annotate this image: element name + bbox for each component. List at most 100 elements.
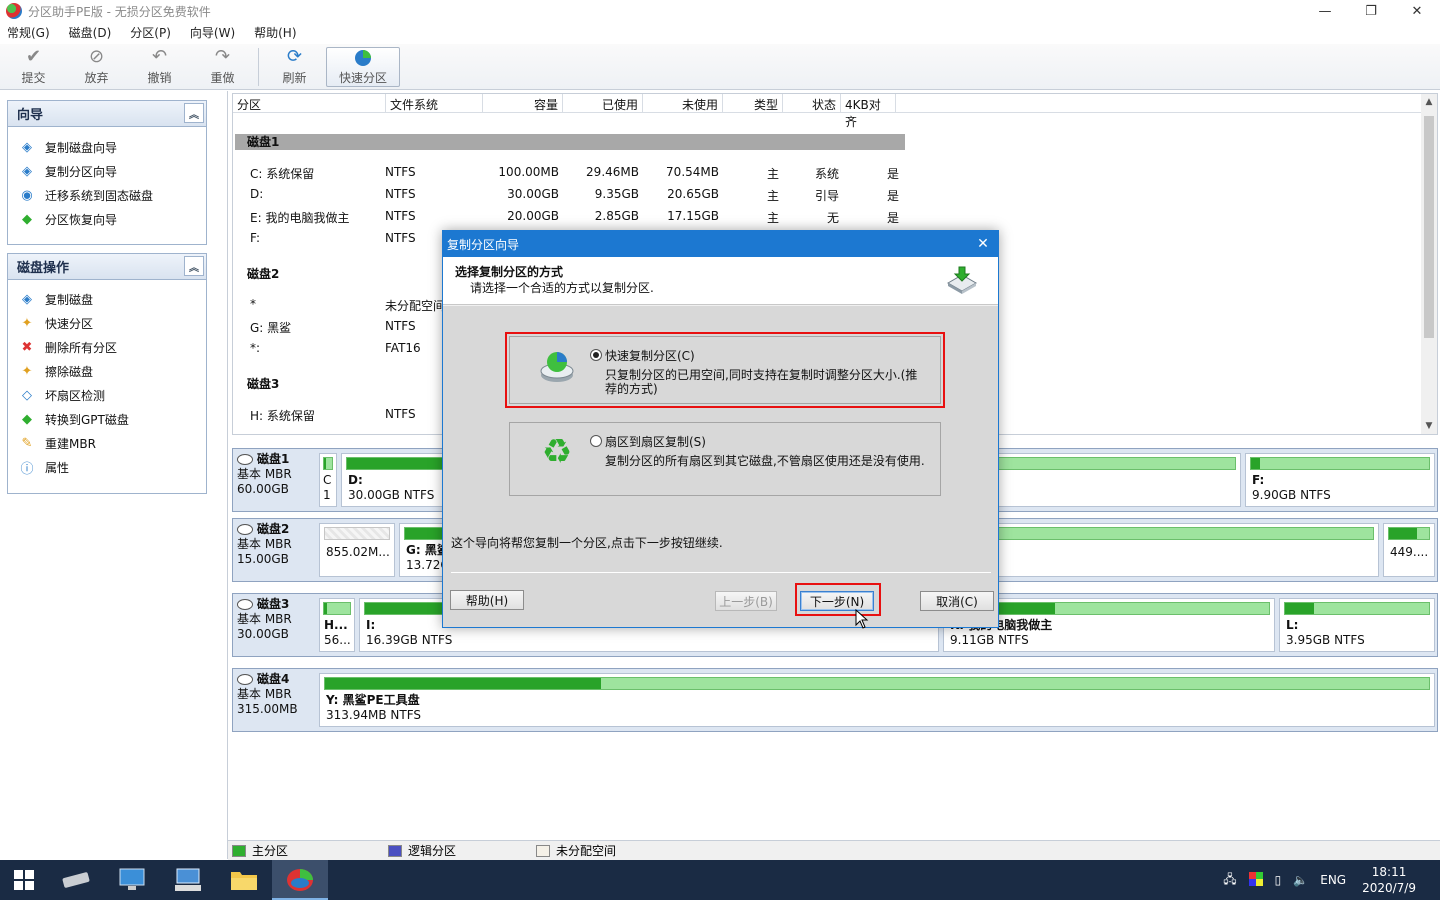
clock-time: 18:11: [1371, 865, 1407, 879]
back-button[interactable]: 上一步(B): [715, 591, 777, 611]
language-indicator[interactable]: ENG: [1320, 873, 1346, 887]
usb-icon[interactable]: ▯: [1275, 873, 1282, 887]
op-wipe-disk[interactable]: ✦ 擦除磁盘: [8, 359, 206, 383]
disk1-header[interactable]: 磁盘1: [235, 134, 905, 150]
volume-icon[interactable]: 🔈: [1293, 873, 1308, 887]
taskbar-computer[interactable]: [104, 860, 160, 900]
close-icon[interactable]: ✕: [968, 231, 998, 257]
wizard-copy-disk[interactable]: ◈ 复制磁盘向导: [8, 135, 206, 159]
menu-wizard[interactable]: 向导(W): [190, 24, 235, 41]
list-scrollbar[interactable]: ▲ ▼: [1421, 94, 1437, 434]
op-wipe-disk-label: 擦除磁盘: [45, 364, 94, 379]
recycle-icon: ♻: [538, 432, 576, 472]
wizard-migrate-ssd[interactable]: ◉ 迁移系统到固态磁盘: [8, 183, 206, 207]
partition-block[interactable]: H... 56...: [319, 598, 355, 652]
op-delete-all-label: 删除所有分区: [45, 340, 118, 355]
minimize-button[interactable]: —: [1302, 0, 1348, 22]
menu-disk[interactable]: 磁盘(D): [69, 24, 112, 41]
commit-button[interactable]: ✔ 提交: [2, 44, 65, 88]
discard-label: 放弃: [84, 70, 109, 85]
wipe-icon: ✦: [21, 363, 33, 379]
op-properties[interactable]: ⓘ 属性: [8, 455, 206, 479]
partition-block[interactable]: 855.02M...: [319, 523, 395, 577]
partition-block[interactable]: Y: 黑鲨PE工具盘 313.94MB NTFS: [319, 673, 1435, 727]
option-sector-copy[interactable]: ♻ 扇区到扇区复制(S) 复制分区的所有扇区到其它磁盘,不管扇区使用还是没有使用…: [509, 422, 941, 496]
quick-partition-label: 快速分区: [338, 71, 387, 85]
partition-assistant-icon: [287, 869, 313, 891]
cancel-button[interactable]: 取消(C): [920, 591, 994, 611]
op-copy-disk[interactable]: ◈ 复制磁盘: [8, 287, 206, 311]
op-quick-partition[interactable]: ✦ 快速分区: [8, 311, 206, 335]
refresh-button[interactable]: ⟳ 刷新: [263, 44, 326, 88]
col-partition[interactable]: 分区: [233, 94, 386, 113]
table-row[interactable]: C: 系统保留 NTFS 100.00MB 29.46MB 70.54MB 主 …: [233, 162, 913, 184]
clock[interactable]: 18:11 2020/7/9: [1362, 864, 1416, 896]
col-free[interactable]: 未使用: [643, 94, 723, 113]
op-rebuild-mbr[interactable]: ✎ 重建MBR: [8, 431, 206, 455]
partition-block[interactable]: L: 3.95GB NTFS: [1279, 598, 1435, 652]
network-icon[interactable]: 🖧: [1223, 870, 1236, 891]
undo-button[interactable]: ↶ 撤销: [128, 44, 191, 88]
col-filesystem[interactable]: 文件系统: [386, 94, 483, 113]
close-button[interactable]: ✕: [1394, 0, 1440, 22]
usage-bar: [1250, 457, 1430, 470]
redo-button[interactable]: ↷ 重做: [191, 44, 254, 88]
legend-bar: 主分区 逻辑分区 未分配空间: [228, 840, 1440, 860]
legend-unallocated-swatch: [536, 844, 551, 857]
dialog-subheading: 请选择一个合适的方式以复制分区.: [470, 281, 654, 295]
partition-block[interactable]: 449....: [1383, 523, 1435, 577]
col-used[interactable]: 已使用: [563, 94, 643, 113]
disk4-map-row[interactable]: 磁盘4 基本 MBR 315.00MB Y: 黑鲨PE工具盘 313.94MB N…: [232, 668, 1438, 732]
discard-button[interactable]: ⊘ 放弃: [65, 44, 128, 88]
op-copy-disk-label: 复制磁盘: [45, 292, 94, 307]
legend-unallocated: 未分配空间: [536, 842, 616, 859]
usage-bar: [323, 602, 351, 615]
partition-block[interactable]: F: 9.90GB NTFS: [1245, 453, 1435, 507]
col-type[interactable]: 类型: [723, 94, 783, 113]
windows-icon: [14, 870, 34, 890]
col-capacity[interactable]: 容量: [483, 94, 563, 113]
scroll-thumb[interactable]: [1424, 116, 1434, 338]
copy-partition-icon: ◈: [22, 163, 32, 179]
col-status[interactable]: 状态: [783, 94, 841, 113]
copy-disk-icon: ◈: [22, 139, 32, 155]
op-delete-all[interactable]: ✖ 删除所有分区: [8, 335, 206, 359]
recovery-icon: ◆: [22, 211, 32, 227]
system-tray: 🖧 ▯ 🔈 ENG 18:11 2020/7/9: [1217, 860, 1440, 900]
table-row[interactable]: D: NTFS 30.00GB 9.35GB 20.65GB 主 引导 是: [233, 184, 913, 206]
menu-partition[interactable]: 分区(P): [130, 24, 171, 41]
quick-partition-button[interactable]: 快速分区: [326, 47, 400, 87]
disk-ops-panel: 磁盘操作 ︽ ◈ 复制磁盘 ✦ 快速分区 ✖ 删除所有分区 ✦ 擦除磁盘 ◇ 坏…: [7, 253, 207, 494]
wizard-partition-recovery[interactable]: ◆ 分区恢复向导: [8, 207, 206, 231]
op-convert-gpt-label: 转换到GPT磁盘: [45, 412, 129, 427]
scroll-down-icon[interactable]: ▼: [1421, 418, 1437, 434]
collapse-icon[interactable]: ︽: [184, 256, 204, 276]
sector-copy-label[interactable]: 扇区到扇区复制(S): [605, 433, 706, 450]
sector-copy-radio[interactable]: [590, 435, 602, 447]
wizard-copy-partition[interactable]: ◈ 复制分区向导: [8, 159, 206, 183]
app-icon: [6, 3, 22, 19]
scroll-up-icon[interactable]: ▲: [1421, 94, 1437, 110]
table-row[interactable]: E: 我的电脑我做主 NTFS 20.00GB 2.85GB 17.15GB 主…: [233, 206, 913, 228]
migrate-icon: ◉: [21, 187, 33, 203]
taskbar-explorer[interactable]: [216, 860, 272, 900]
usage-bar: [1388, 527, 1430, 540]
taskbar-remote[interactable]: [160, 860, 216, 900]
collapse-icon[interactable]: ︽: [184, 103, 204, 123]
col-4k-align[interactable]: 4KB对齐: [841, 94, 896, 129]
taskbar-partition-assistant[interactable]: [272, 860, 328, 900]
op-convert-gpt[interactable]: ◆ 转换到GPT磁盘: [8, 407, 206, 431]
help-button[interactable]: 帮助(H): [450, 590, 524, 610]
op-bad-sector[interactable]: ◇ 坏扇区检测: [8, 383, 206, 407]
wizard-partition-recovery-label: 分区恢复向导: [45, 212, 118, 227]
color-icon[interactable]: [1248, 871, 1263, 889]
menu-help[interactable]: 帮助(H): [254, 24, 296, 41]
partition-block[interactable]: C1: [319, 453, 337, 507]
start-button[interactable]: [0, 860, 48, 900]
menu-general[interactable]: 常规(G): [7, 24, 50, 41]
taskbar-disk-tool[interactable]: [48, 860, 104, 900]
list-header: 分区 文件系统 容量 已使用 未使用 类型 状态 4KB对齐: [233, 94, 1423, 129]
disk-ops-panel-header: 磁盘操作 ︽: [8, 254, 206, 280]
maximize-button[interactable]: ❐: [1348, 0, 1394, 22]
refresh-label: 刷新: [282, 70, 307, 85]
